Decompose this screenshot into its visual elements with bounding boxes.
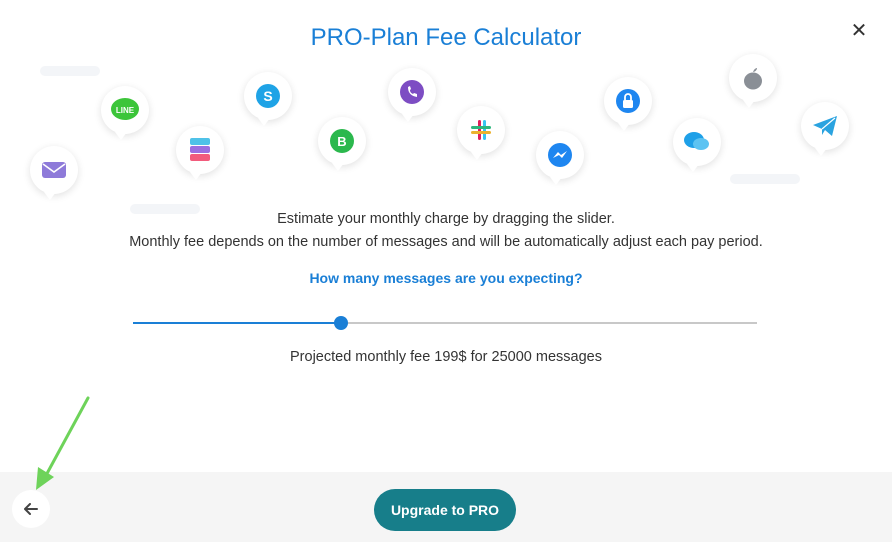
line-icon: LINE <box>101 86 149 140</box>
message-count-slider[interactable] <box>133 313 757 333</box>
stack-icon <box>176 126 224 180</box>
upgrade-to-pro-button[interactable]: Upgrade to PRO <box>374 489 516 531</box>
messenger-icons-banner: LINE S B <box>0 54 892 214</box>
chat-icon <box>673 118 721 172</box>
lock-icon <box>604 77 652 131</box>
description-line-2: Monthly fee depends on the number of mes… <box>129 234 763 250</box>
back-button[interactable] <box>12 490 50 528</box>
mail-icon <box>30 146 78 200</box>
svg-text:B: B <box>337 134 346 149</box>
svg-text:S: S <box>263 88 272 104</box>
modal-footer: Upgrade to PRO <box>0 472 892 542</box>
messages-question: How many messages are you expecting? <box>309 270 583 286</box>
arrow-left-icon <box>24 503 38 515</box>
description-line-1: Estimate your monthly charge by dragging… <box>277 211 615 227</box>
messenger-icon <box>536 131 584 185</box>
annotation-arrow <box>36 396 90 490</box>
svg-text:LINE: LINE <box>116 106 135 115</box>
whatsapp-business-icon: B <box>318 117 366 171</box>
slack-icon <box>457 106 505 160</box>
skype-icon: S <box>244 72 292 126</box>
fee-calculator-modal: PRO-Plan Fee Calculator ✕ LINE S B Estim… <box>0 0 892 542</box>
viber-icon <box>388 68 436 122</box>
slider-thumb[interactable] <box>334 316 349 330</box>
modal-title: PRO-Plan Fee Calculator <box>310 24 582 51</box>
cloud-decoration <box>40 66 100 76</box>
close-icon[interactable]: ✕ <box>850 21 868 41</box>
slider-fill <box>133 322 342 324</box>
telegram-icon <box>801 102 849 156</box>
projected-fee-text: Projected monthly fee 199$ for 25000 mes… <box>290 349 602 365</box>
cloud-decoration <box>730 174 800 184</box>
apple-icon <box>729 54 777 108</box>
